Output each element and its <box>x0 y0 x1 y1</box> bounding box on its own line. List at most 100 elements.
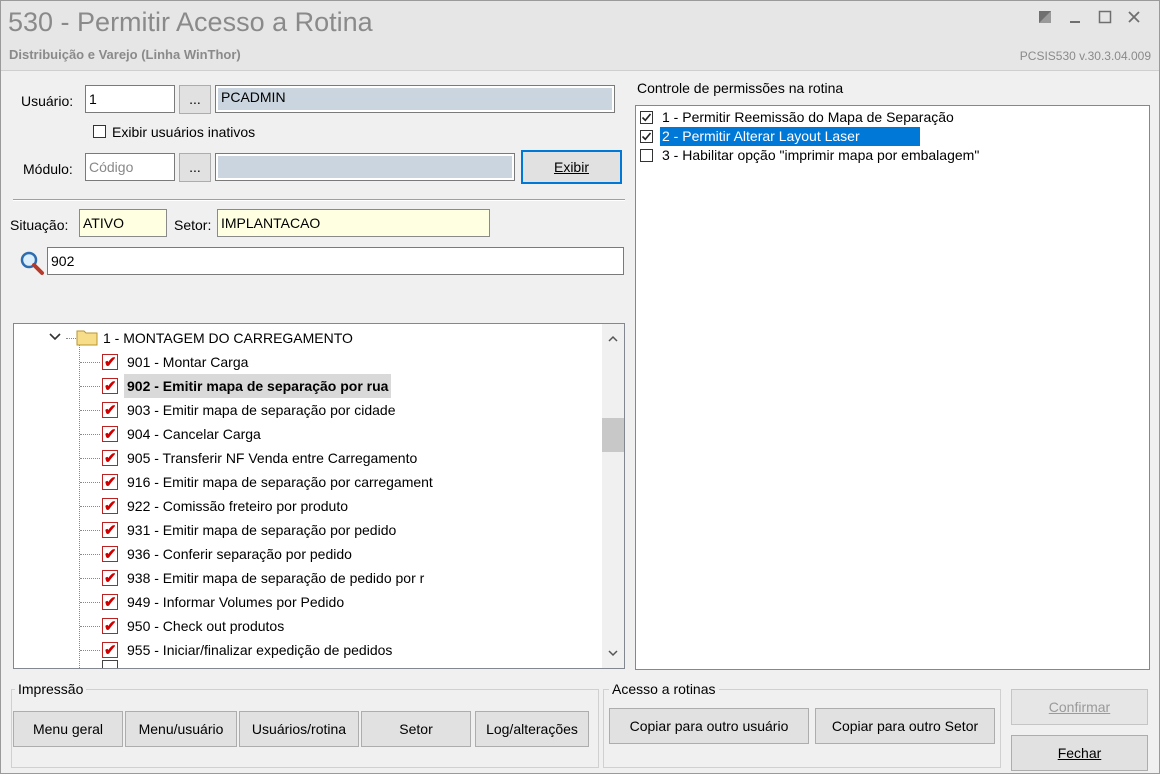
tree-connector <box>80 626 100 627</box>
menu-geral-label: Menu geral <box>32 721 104 737</box>
tree-item-label: 916 - Emitir mapa de separação por carre… <box>127 474 433 490</box>
tree-connector <box>80 578 100 579</box>
tree-connector <box>80 458 100 459</box>
tree-item-checkbox[interactable] <box>102 495 118 519</box>
tree-item-checkbox[interactable] <box>102 351 118 375</box>
scroll-down-icon[interactable] <box>606 646 620 660</box>
tree-item-label: 904 - Cancelar Carga <box>127 426 261 442</box>
tree-item-checkbox[interactable] <box>102 519 118 543</box>
tree-item-label: 931 - Emitir mapa de separação por pedid… <box>127 522 397 538</box>
tree-item-checkbox[interactable] <box>102 543 118 567</box>
setor-label: Setor: <box>174 217 212 233</box>
modulo-name-field <box>215 153 515 181</box>
tree-connector <box>80 506 100 507</box>
setor-button-label: Setor <box>399 721 433 737</box>
confirmar-label: Confirmar <box>1048 699 1111 715</box>
tree-item-checkbox[interactable] <box>102 447 118 471</box>
tree-item-checkbox[interactable] <box>102 591 118 615</box>
fechar-button[interactable]: Fechar <box>1011 735 1148 771</box>
usuario-code-input[interactable]: 1 <box>85 85 175 113</box>
tree-item-checkbox[interactable] <box>102 471 118 495</box>
form-separator <box>13 199 625 201</box>
tree-item-label: 905 - Transferir NF Venda entre Carregam… <box>127 450 418 466</box>
close-icon[interactable] <box>1123 9 1145 29</box>
tree-connector <box>80 650 100 651</box>
window-subtitle: Distribuição e Varejo (Linha WinThor) <box>9 47 241 62</box>
tree-connector <box>80 554 100 555</box>
usuario-name-field: PCADMIN <box>215 85 615 113</box>
usuario-name-value: PCADMIN <box>218 88 612 110</box>
modulo-name-value <box>218 156 512 178</box>
tree-item-label: 902 - Emitir mapa de separação por rua <box>124 374 392 398</box>
log-alteracoes-button[interactable]: Log/alterações <box>475 711 589 747</box>
tree-item-label: 950 - Check out produtos <box>127 618 285 634</box>
search-icon[interactable] <box>19 250 45 276</box>
tree-item-label: 936 - Conferir separação por pedido <box>127 546 352 562</box>
tree-item-checkbox[interactable] <box>102 639 118 663</box>
setor-field: IMPLANTACAO <box>217 209 490 237</box>
copy-setor-button[interactable]: Copiar para outro Setor <box>815 708 995 744</box>
copy-setor-label: Copiar para outro Setor <box>831 718 979 734</box>
tree-item-checkbox[interactable] <box>102 567 118 591</box>
exibir-inativos-label: Exibir usuários inativos <box>112 124 256 140</box>
tree-group-text: 1 - MONTAGEM DO CARREGAMENTO <box>103 330 353 346</box>
confirmar-button[interactable]: Confirmar <box>1011 689 1148 725</box>
tree-connector <box>79 340 80 668</box>
modulo-code-input[interactable]: Código <box>85 153 175 181</box>
tree-connector <box>80 362 100 363</box>
tree-connector <box>80 434 100 435</box>
modulo-lookup-button[interactable]: ... <box>179 153 211 182</box>
restore-icon[interactable] <box>1034 9 1056 29</box>
search-input[interactable]: 902 <box>47 247 624 275</box>
version-label: PCSIS530 v.30.3.04.009 <box>1019 49 1151 63</box>
exibir-inativos-checkbox[interactable] <box>93 125 106 138</box>
title-bar: 530 - Permitir Acesso a Rotina Distribui… <box>1 1 1159 71</box>
window-title: 530 - Permitir Acesso a Rotina <box>8 7 373 37</box>
main-window: 530 - Permitir Acesso a Rotina Distribui… <box>0 0 1160 774</box>
tree-partial-checkbox <box>102 660 118 668</box>
situacao-label: Situação: <box>10 217 69 233</box>
exibir-button-label: Exibir <box>553 159 589 175</box>
permission-checkbox[interactable] <box>640 111 653 124</box>
usuario-lookup-button[interactable]: ... <box>179 85 211 114</box>
tree-connector <box>80 530 100 531</box>
permissions-title: Controle de permissões na rotina <box>637 80 844 96</box>
tree-item-label: 949 - Informar Volumes por Pedido <box>127 594 345 610</box>
scroll-up-icon[interactable] <box>606 332 620 346</box>
tree-item-checkbox[interactable] <box>102 375 118 399</box>
copy-user-label: Copiar para outro usuário <box>629 718 789 734</box>
permission-label: 3 - Habilitar opção "imprimir mapa por e… <box>662 147 980 163</box>
tree-item-label: 938 - Emitir mapa de separação de pedido… <box>127 570 425 586</box>
tree-connector <box>80 602 100 603</box>
copy-user-button[interactable]: Copiar para outro usuário <box>609 708 809 744</box>
tree-item-label: 901 - Montar Carga <box>127 354 249 370</box>
menu-usuario-button[interactable]: Menu/usuário <box>125 711 237 747</box>
menu-usuario-label: Menu/usuário <box>138 721 224 737</box>
usuarios-rotina-button[interactable]: Usuários/rotina <box>239 711 359 747</box>
chevron-down-icon[interactable] <box>48 330 62 344</box>
tree-item-checkbox[interactable] <box>102 615 118 639</box>
tree-group-label[interactable]: 1 - MONTAGEM DO CARREGAMENTO <box>100 326 356 350</box>
tree-item-label: 955 - Iniciar/finalizar expedição de ped… <box>127 642 393 658</box>
tree-item-checkbox[interactable] <box>102 399 118 423</box>
tree-connector <box>66 338 76 339</box>
menu-geral-button[interactable]: Menu geral <box>13 711 123 747</box>
exibir-button[interactable]: Exibir <box>521 150 622 184</box>
tree-item-checkbox[interactable] <box>102 423 118 447</box>
tree-connector <box>80 410 100 411</box>
tree-scrollbar[interactable] <box>602 324 624 668</box>
minimize-icon[interactable] <box>1064 9 1086 29</box>
setor-button[interactable]: Setor <box>361 711 471 747</box>
tree-item-label: 903 - Emitir mapa de separação por cidad… <box>127 402 396 418</box>
permission-checkbox[interactable] <box>640 149 653 162</box>
folder-icon <box>76 328 98 346</box>
permission-label: 1 - Permitir Reemissão do Mapa de Separa… <box>662 109 954 125</box>
tree-connector <box>80 386 100 387</box>
scroll-thumb[interactable] <box>602 418 624 452</box>
maximize-icon[interactable] <box>1094 9 1116 29</box>
tree-item-label: 922 - Comissão freteiro por produto <box>127 498 348 514</box>
fechar-label: Fechar <box>1057 745 1102 761</box>
impressao-title: Impressão <box>15 681 87 697</box>
permission-checkbox[interactable] <box>640 130 653 143</box>
routine-tree: 1 - MONTAGEM DO CARREGAMENTO 901 - Monta… <box>13 323 625 669</box>
